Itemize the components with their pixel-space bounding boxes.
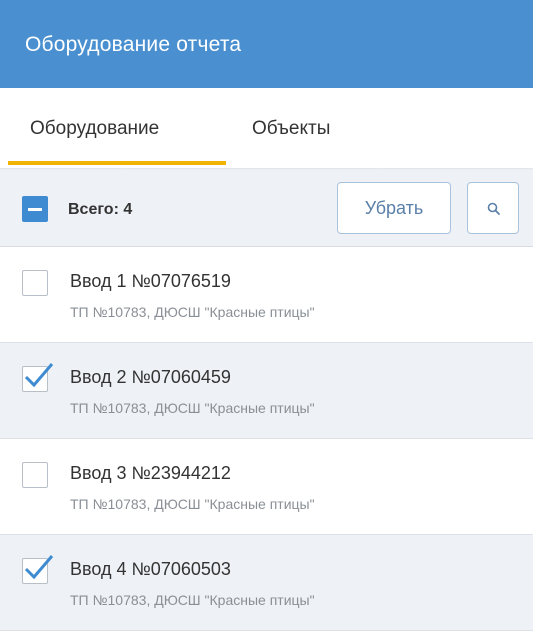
tab-objects[interactable]: Объекты — [252, 118, 330, 140]
item-checkbox[interactable] — [22, 270, 48, 296]
page-title: Оборудование отчета — [25, 33, 242, 56]
total-count: Всего: 4 — [68, 201, 133, 218]
search-icon — [487, 202, 500, 215]
item-checkbox[interactable] — [22, 363, 54, 392]
item-checkbox[interactable] — [22, 462, 48, 488]
minus-icon — [28, 208, 42, 211]
item-subtitle: ТП №10783, ДЮСШ "Красные птицы" — [70, 304, 315, 320]
app-header: Оборудование отчета — [0, 0, 533, 88]
search-button[interactable] — [467, 182, 519, 234]
list-item[interactable]: Ввод 4 №07060503 ТП №10783, ДЮСШ "Красны… — [0, 535, 533, 631]
equipment-list: Ввод 1 №07076519 ТП №10783, ДЮСШ "Красны… — [0, 247, 533, 631]
item-title: Ввод 2 №07060459 — [70, 367, 231, 387]
item-subtitle: ТП №10783, ДЮСШ "Красные птицы" — [70, 400, 315, 416]
select-all-checkbox[interactable] — [22, 196, 48, 222]
list-item[interactable]: Ввод 1 №07076519 ТП №10783, ДЮСШ "Красны… — [0, 247, 533, 343]
active-tab-indicator — [8, 161, 226, 165]
item-subtitle: ТП №10783, ДЮСШ "Красные птицы" — [70, 496, 315, 512]
remove-button[interactable]: Убрать — [337, 182, 451, 234]
list-item[interactable]: Ввод 3 №23944212 ТП №10783, ДЮСШ "Красны… — [0, 439, 533, 535]
tab-bar: Оборудование Объекты — [0, 88, 533, 168]
checkmark-icon — [24, 363, 54, 388]
item-title: Ввод 1 №07076519 — [70, 271, 231, 291]
item-checkbox[interactable] — [22, 555, 54, 584]
item-title: Ввод 3 №23944212 — [70, 463, 231, 483]
checkmark-icon — [24, 555, 54, 580]
item-subtitle: ТП №10783, ДЮСШ "Красные птицы" — [70, 592, 315, 608]
list-item[interactable]: Ввод 2 №07060459 ТП №10783, ДЮСШ "Красны… — [0, 343, 533, 439]
tab-equipment[interactable]: Оборудование — [30, 118, 159, 140]
list-toolbar: Всего: 4 Убрать — [0, 170, 533, 247]
item-title: Ввод 4 №07060503 — [70, 559, 231, 579]
